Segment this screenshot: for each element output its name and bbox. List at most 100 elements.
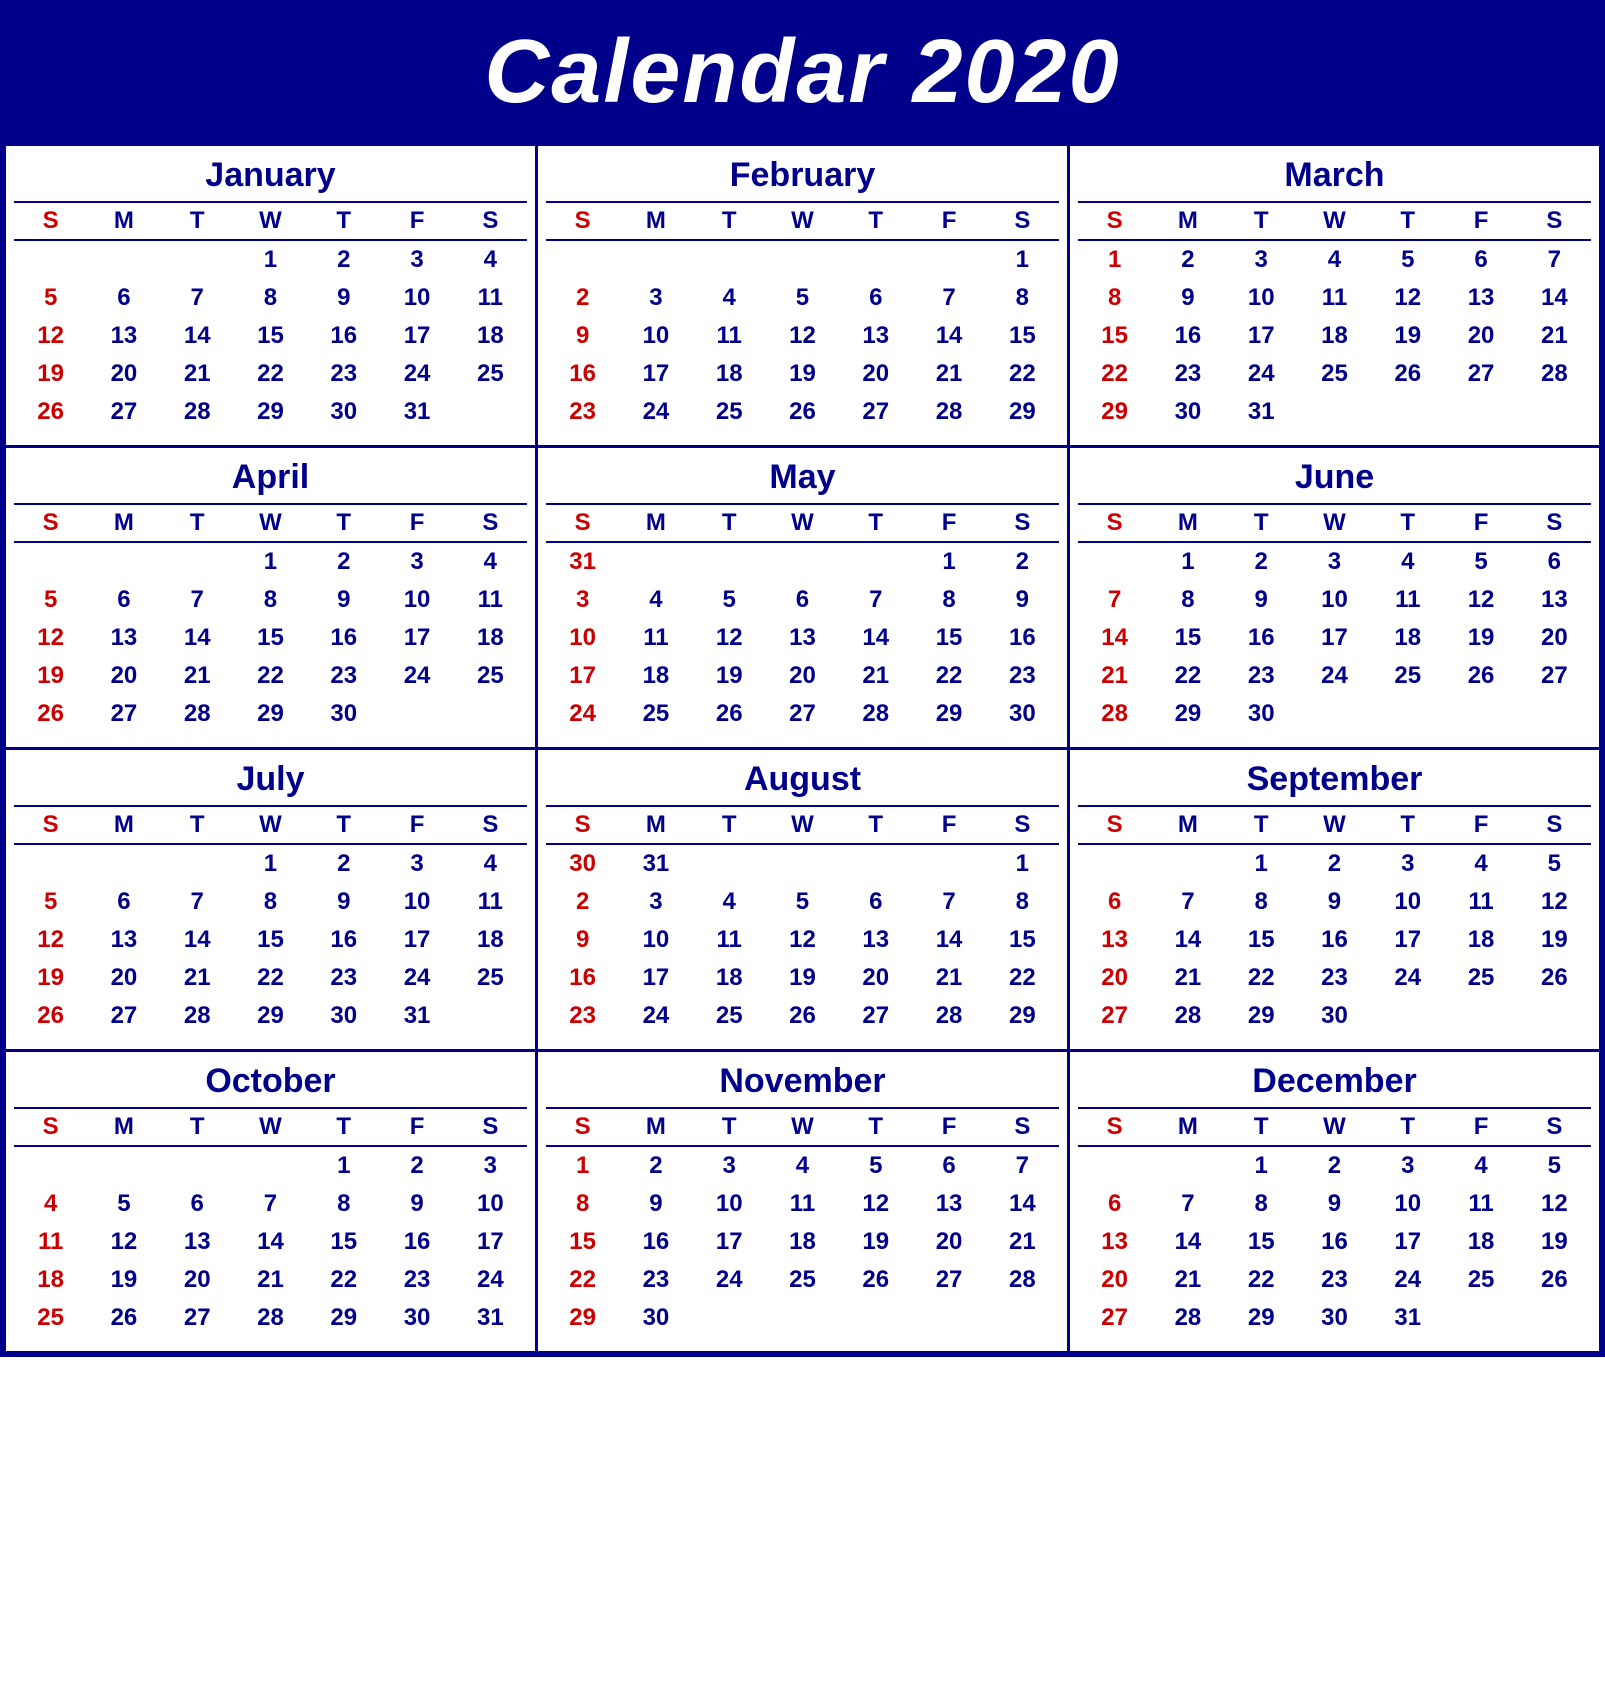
- day-cell: 5: [1371, 240, 1444, 279]
- month-block-june: JuneSMTWTFS01234567891011121314151617181…: [1070, 448, 1602, 750]
- day-cell: 28: [912, 393, 985, 431]
- day-cell: 0: [1151, 844, 1224, 883]
- day-cell: 0: [14, 844, 87, 883]
- day-cell: 0: [1371, 997, 1444, 1035]
- day-cell: 19: [1518, 1223, 1591, 1261]
- weekday-header: T: [161, 202, 234, 240]
- weekday-header: W: [766, 806, 839, 844]
- day-cell: 0: [1518, 695, 1591, 733]
- day-cell: 0: [619, 542, 692, 581]
- month-table-august: SMTWTFS303100001234567891011121314151617…: [546, 805, 1059, 1035]
- weekday-header: M: [87, 504, 160, 542]
- weekday-header: S: [546, 806, 619, 844]
- weekday-header: S: [546, 202, 619, 240]
- day-cell: 1: [234, 542, 307, 581]
- day-cell: 20: [1078, 1261, 1151, 1299]
- day-cell: 17: [380, 317, 453, 355]
- week-row: 78910111213: [1078, 581, 1591, 619]
- day-cell: 17: [1225, 317, 1298, 355]
- week-row: 9101112131415: [546, 921, 1059, 959]
- month-block-april: AprilSMTWTFS0001234567891011121314151617…: [6, 448, 538, 750]
- day-cell: 20: [912, 1223, 985, 1261]
- week-row: 15161718192021: [546, 1223, 1059, 1261]
- month-name-november: November: [546, 1062, 1059, 1101]
- day-cell: 20: [839, 355, 912, 393]
- day-cell: 26: [14, 997, 87, 1035]
- month-table-april: SMTWTFS000123456789101112131415161718192…: [14, 503, 527, 733]
- day-cell: 23: [546, 997, 619, 1035]
- day-cell: 24: [1371, 1261, 1444, 1299]
- day-cell: 4: [766, 1146, 839, 1185]
- day-cell: 21: [839, 657, 912, 695]
- week-row: 31000012: [546, 542, 1059, 581]
- day-cell: 19: [766, 959, 839, 997]
- week-row: 2627282930310: [14, 393, 527, 431]
- month-block-february: FebruarySMTWTFS0000001234567891011121314…: [538, 146, 1070, 448]
- day-cell: 12: [839, 1185, 912, 1223]
- day-cell: 30: [307, 997, 380, 1035]
- weekday-header: S: [14, 1108, 87, 1146]
- week-row: 22232425262728: [1078, 355, 1591, 393]
- day-cell: 14: [1078, 619, 1151, 657]
- day-cell: 8: [986, 883, 1059, 921]
- day-cell: 0: [454, 393, 527, 431]
- week-row: 20212223242526: [1078, 1261, 1591, 1299]
- day-cell: 0: [839, 844, 912, 883]
- month-block-august: AugustSMTWTFS303100001234567891011121314…: [538, 750, 1070, 1052]
- weekday-header: S: [454, 1108, 527, 1146]
- day-cell: 8: [234, 883, 307, 921]
- weekday-header: S: [1078, 806, 1151, 844]
- day-cell: 18: [454, 619, 527, 657]
- day-cell: 26: [1518, 959, 1591, 997]
- day-cell: 29: [546, 1299, 619, 1337]
- day-cell: 0: [14, 542, 87, 581]
- day-cell: 3: [1371, 1146, 1444, 1185]
- day-cell: 29: [234, 695, 307, 733]
- week-row: 27282930000: [1078, 997, 1591, 1035]
- day-cell: 12: [766, 317, 839, 355]
- day-cell: 9: [619, 1185, 692, 1223]
- weekday-header: W: [1298, 1108, 1371, 1146]
- day-cell: 7: [234, 1185, 307, 1223]
- week-row: 272829303100: [1078, 1299, 1591, 1337]
- day-cell: 16: [986, 619, 1059, 657]
- weekday-header: S: [1078, 1108, 1151, 1146]
- day-cell: 21: [986, 1223, 1059, 1261]
- day-cell: 0: [1518, 997, 1591, 1035]
- day-cell: 16: [307, 921, 380, 959]
- day-cell: 28: [839, 695, 912, 733]
- day-cell: 18: [1298, 317, 1371, 355]
- day-cell: 0: [766, 542, 839, 581]
- day-cell: 0: [1298, 393, 1371, 431]
- day-cell: 19: [87, 1261, 160, 1299]
- day-cell: 29: [1225, 1299, 1298, 1337]
- day-cell: 18: [1371, 619, 1444, 657]
- day-cell: 10: [380, 279, 453, 317]
- day-cell: 11: [454, 279, 527, 317]
- day-cell: 21: [912, 959, 985, 997]
- day-cell: 14: [161, 317, 234, 355]
- day-cell: 14: [1151, 1223, 1224, 1261]
- day-cell: 8: [234, 279, 307, 317]
- day-cell: 18: [619, 657, 692, 695]
- day-cell: 0: [1444, 1299, 1517, 1337]
- week-row: 10111213141516: [546, 619, 1059, 657]
- week-row: 45678910: [14, 1185, 527, 1223]
- day-cell: 26: [1518, 1261, 1591, 1299]
- day-cell: 4: [693, 279, 766, 317]
- weekday-header: T: [161, 806, 234, 844]
- day-cell: 0: [1444, 997, 1517, 1035]
- day-cell: 11: [14, 1223, 87, 1261]
- day-cell: 22: [986, 355, 1059, 393]
- day-cell: 14: [912, 921, 985, 959]
- day-cell: 4: [454, 844, 527, 883]
- day-cell: 29: [234, 393, 307, 431]
- day-cell: 6: [1444, 240, 1517, 279]
- day-cell: 10: [1371, 1185, 1444, 1223]
- day-cell: 27: [161, 1299, 234, 1337]
- day-cell: 2: [307, 240, 380, 279]
- day-cell: 23: [307, 355, 380, 393]
- day-cell: 6: [912, 1146, 985, 1185]
- day-cell: 11: [766, 1185, 839, 1223]
- day-cell: 10: [1298, 581, 1371, 619]
